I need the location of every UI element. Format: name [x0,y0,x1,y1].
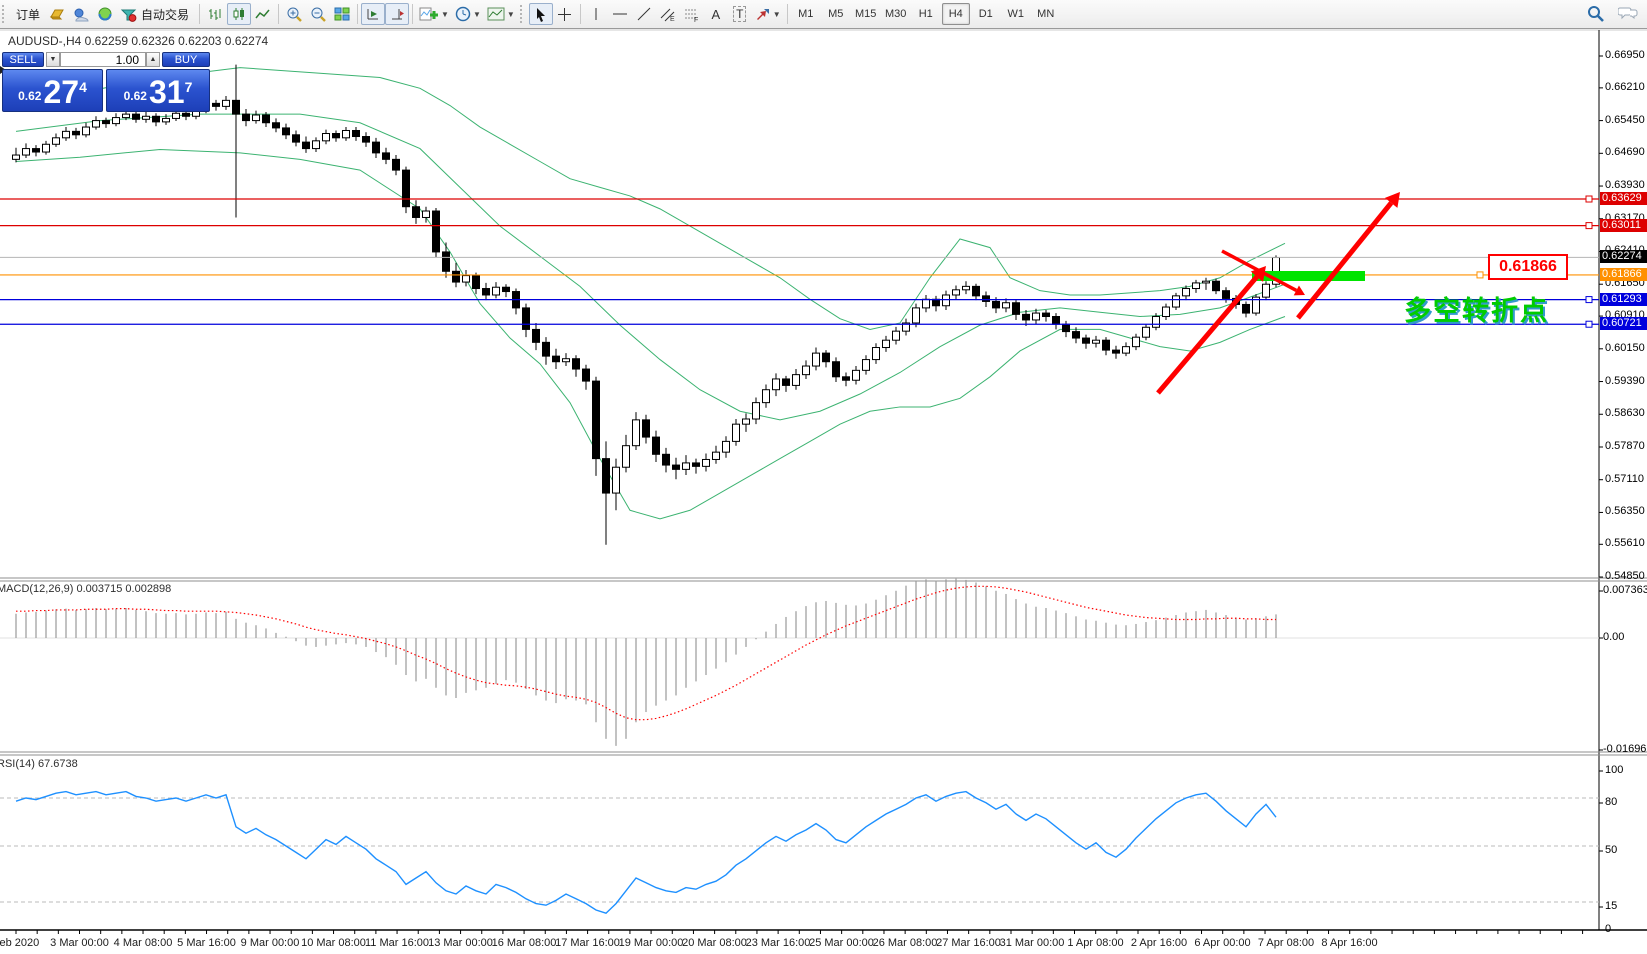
time-label: 31 Mar 00:00 [1000,937,1065,949]
time-label: 16 Mar 08:00 [492,937,557,949]
rsi-line [16,792,1276,914]
rsi-tick-label: 80 [1605,796,1617,808]
macd-indicator-label: MACD(12,26,9) 0.003715 0.002898 [0,583,171,595]
time-label: 5 Mar 16:00 [177,937,236,949]
time-label: 26 Mar 08:00 [873,937,938,949]
time-label: 8 Apr 16:00 [1321,937,1377,949]
time-label: 27 Mar 16:00 [936,937,1001,949]
rsi-indicator-label: RSI(14) 67.6738 [0,758,78,770]
price-tick-label: 0.58630 [1605,407,1645,419]
price-callout-box: 0.61866 [1488,254,1568,280]
candlestick-series [13,65,1280,545]
rsi-tick-label: 15 [1605,900,1617,912]
price-tick-label: 0.54850 [1605,570,1645,582]
price-badge: 0.61293 [1600,293,1647,306]
time-label: 6 Apr 00:00 [1194,937,1250,949]
rsi-tick-label: 0 [1605,923,1611,935]
time-label: 2 Apr 16:00 [1131,937,1187,949]
price-tick-label: 0.66210 [1605,81,1645,93]
volume-input[interactable] [60,52,146,67]
time-label: 23 Mar 16:00 [746,937,811,949]
rsi-tick-label: 100 [1605,764,1623,776]
chart-canvas[interactable] [0,0,1647,954]
macd-tick-label: 0.00 [1603,631,1624,643]
rsi-tick-label: 50 [1605,844,1617,856]
price-badge: 0.63629 [1600,192,1647,205]
line-anchor-handle [1477,272,1483,278]
time-label: 13 Mar 00:00 [428,937,493,949]
turning-point-annotation: 多空转折点 [1404,289,1549,328]
price-tick-label: 0.66950 [1605,49,1645,61]
price-badge: 0.63011 [1600,219,1647,232]
price-tick-label: 0.57110 [1605,473,1644,485]
line-anchor-handle [1586,196,1592,202]
line-anchor-handle [1586,223,1592,229]
time-label: 11 Mar 16:00 [365,937,429,949]
time-label: 20 Mar 08:00 [682,937,747,949]
price-badge: 0.61866 [1600,268,1647,281]
volume-increase-button[interactable]: ▲ [146,52,160,67]
time-label: 9 Mar 00:00 [241,937,300,949]
trend-arrow [1158,277,1257,393]
time-label: 1 Apr 08:00 [1067,937,1123,949]
buy-button[interactable]: BUY [162,52,210,67]
sell-price-button[interactable]: 0.62 27 4 [2,69,103,112]
price-badge: 0.62274 [1600,250,1647,263]
price-tick-label: 0.55610 [1605,537,1645,549]
macd-tick-label: 0.007363 [1603,584,1647,596]
price-tick-label: 0.60150 [1605,342,1645,354]
price-tick-label: 0.63930 [1605,179,1645,191]
price-tick-label: 0.57870 [1605,440,1645,452]
volume-decrease-button[interactable]: ▼ [46,52,60,67]
bollinger-middle-band [16,114,1285,420]
time-label: 3 Mar 00:00 [50,937,109,949]
sell-button[interactable]: SELL [2,52,44,67]
buy-price-pip: 7 [185,79,193,95]
price-tick-label: 0.65450 [1605,114,1645,126]
sell-price-prefix: 0.62 [18,89,41,103]
time-label: 10 Mar 08:00 [301,937,366,949]
time-label: 7 Apr 08:00 [1258,937,1314,949]
time-label: Feb 2020 [0,937,39,949]
time-label: 25 Mar 00:00 [809,937,874,949]
chart-symbol-header: AUDUSD-,H4 0.62259 0.62326 0.62203 0.622… [8,34,268,48]
macd-tick-label: -0.01696 [1603,743,1646,755]
price-tick-label: 0.56350 [1605,505,1645,517]
time-label: 17 Mar 16:00 [555,937,620,949]
sell-price-pip: 4 [79,79,87,95]
trend-arrow [1298,203,1391,318]
time-label: 4 Mar 08:00 [114,937,173,949]
sell-price-big: 27 [43,77,79,107]
price-tick-label: 0.59390 [1605,375,1645,387]
line-anchor-handle [1586,321,1592,327]
buy-price-big: 31 [149,77,185,107]
buy-price-prefix: 0.62 [124,89,147,103]
line-anchor-handle [1586,297,1592,303]
buy-price-button[interactable]: 0.62 31 7 [106,69,210,112]
mt4-window: 订单 自动交易 [0,0,1647,954]
price-badge: 0.60721 [1600,317,1647,330]
price-tick-label: 0.64690 [1605,146,1645,158]
time-label: 19 Mar 00:00 [619,937,684,949]
